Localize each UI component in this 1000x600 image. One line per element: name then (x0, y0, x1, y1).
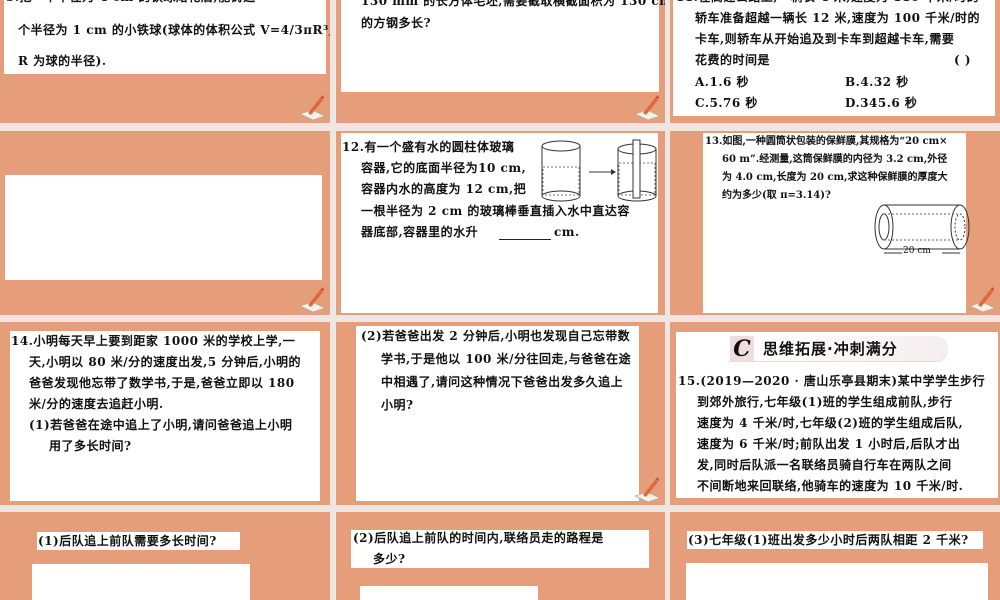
slide-thumbnail-12[interactable]: (3)七年级(1)班出发多少小时后两队相距 2 千米? (670, 512, 1000, 600)
question-line: (1)若爸爸在途中追上了小明,请问爸爸追上小明 (29, 418, 293, 432)
question-line: (3)七年级(1)班出发多少小时后两队相距 2 千米? (688, 533, 969, 547)
question-line: 为 4.0 cm,长度为 20 cm,求这种保鲜膜的厚度大 (722, 172, 948, 183)
question-line: (2)后队追上前队的时间内,联络员走的路程是 (353, 531, 604, 545)
question-line: 15.(2019—2020 · 唐山乐亭县期末)某中学学生步行 (678, 374, 986, 388)
blank-answer-box (32, 564, 250, 600)
question-line: 多少? (373, 552, 406, 566)
slide-thumbnail-6[interactable]: 13.如图,一种圆筒状包装的保鲜膜,其规格为“20 cm× 60 m”.经测量,… (670, 131, 1000, 315)
blank-answer-box (5, 175, 322, 280)
question-line: 发,同时后队派一名联络员骑自行车在两队之间 (697, 458, 952, 472)
option-b: B.4.32 秒 (845, 75, 909, 89)
question-line: R 为球的半径). (18, 54, 107, 68)
question-line: 130 mm 的长方体毛坯,需要截取横截面积为 130 cm² (361, 0, 665, 8)
question-line: 不间断地来回联络,他骑车的速度为 10 千米/时. (697, 479, 964, 493)
slide-thumbnail-1[interactable]: 5.把一个半径为 4 cm 的铁球熔化后,能铸造 个半径为 1 cm 的小铁球(… (0, 0, 330, 123)
answer-blank (499, 239, 551, 240)
question-line: 爸爸发现他忘带了数学书,于是,爸爸立即以 180 (29, 376, 295, 390)
answer-unit: cm. (554, 225, 580, 239)
question-line: 花费的时间是 (695, 53, 771, 67)
pen-notebook-icon (634, 94, 661, 120)
slide-thumbnail-3[interactable]: 11.在高速公路上,一辆长 4 米,速度为 110 千米/时的 轿车准备超越一辆… (670, 0, 1000, 123)
question-line: 60 m”.经测量,这筒保鲜膜的内径为 3.2 cm,外径 (722, 154, 948, 165)
slide-thumbnail-7[interactable]: 14.小明每天早上要到距家 1000 米的学校上学,一 天,小明以 80 米/分… (0, 322, 330, 505)
question-line: 到郊外旅行,七年级(1)班的学生组成前队,步行 (697, 395, 953, 409)
option-d: D.345.6 秒 (845, 96, 918, 110)
slide-thumbnail-4[interactable] (0, 131, 330, 315)
question-line: 用了多长时间? (49, 439, 132, 453)
question-line: 12.有一个盛有水的圆柱体玻璃 (342, 140, 515, 154)
pen-notebook-icon (299, 94, 326, 120)
slide-thumbnail-5[interactable]: 12.有一个盛有水的圆柱体玻璃 容器,它的底面半径为10 cm, 容器内水的高度… (336, 131, 665, 315)
cylinder-diagram (541, 139, 657, 202)
section-letter: C (730, 336, 754, 362)
slide-thumbnail-9[interactable]: C 思维拓展·冲刺满分 15.(2019—2020 · 唐山乐亭县期末)某中学学… (670, 322, 1000, 505)
question-line: 速度为 6 千米/时;前队出发 1 小时后,后队才出 (697, 437, 961, 451)
question-line: 卡车,则轿车从开始追及到卡车到超越卡车,需要 (695, 32, 955, 46)
blank-answer-box (360, 586, 538, 600)
question-line: (1)后队追上前队需要多长时间? (38, 534, 217, 548)
question-line: 个半径为 1 cm 的小铁球(球体的体积公式 V=4/3πR³, (18, 23, 330, 37)
figure-label: 20 cm (903, 246, 931, 256)
question-line: 天,小明以 80 米/分的速度出发,5 分钟后,小明的 (29, 355, 301, 369)
question-line: 容器内水的高度为 12 cm,把 (361, 182, 527, 196)
question-line: 器底部,容器里的水升 (361, 225, 479, 239)
question-line: 14.小明每天早上要到距家 1000 米的学校上学,一 (11, 334, 296, 348)
question-line: 的方钢多长? (361, 16, 432, 30)
pen-notebook-icon (969, 286, 996, 312)
option-a: A.1.6 秒 (695, 75, 750, 89)
question-line: 11.在高速公路上,一辆长 4 米,速度为 110 千米/时的 (676, 0, 979, 8)
question-line: 速度为 4 千米/时,七年级(2)班的学生组成后队, (697, 416, 964, 430)
slide-thumbnail-2[interactable]: 130 mm 的长方体毛坯,需要截取横截面积为 130 cm² 的方钢多长? (336, 0, 665, 123)
slide-thumbnail-10[interactable]: (1)后队追上前队需要多长时间? (0, 512, 330, 600)
question-line: 容器,它的底面半径为10 cm, (361, 161, 527, 175)
pen-notebook-icon (634, 476, 661, 502)
question-line: 轿车准备超越一辆长 12 米,速度为 100 千米/时的 (695, 11, 981, 25)
question-line: 中相遇了,请问这种情况下爸爸出发多久追上 (381, 375, 624, 389)
blank-answer-box (686, 563, 988, 600)
question-line: 米/分的速度去追赶小明. (29, 397, 164, 411)
question-line: 13.如图,一种圆筒状包装的保鲜膜,其规格为“20 cm× (705, 136, 948, 147)
slide-thumbnail-8[interactable]: (2)若爸爸出发 2 分钟后,小明也发现自己忘带数 学书,于是他以 100 米/… (336, 322, 665, 505)
question-line: 小明? (381, 398, 414, 412)
pen-notebook-icon (299, 286, 326, 312)
answer-bracket: ( ) (954, 53, 972, 67)
option-c: C.5.76 秒 (695, 96, 758, 110)
section-title: 思维拓展·冲刺满分 (763, 340, 898, 358)
question-line: 5.把一个半径为 4 cm 的铁球熔化后,能铸造 (6, 0, 256, 8)
question-line: 学书,于是他以 100 米/分往回走,与爸爸在途 (381, 352, 632, 366)
question-line: (2)若爸爸出发 2 分钟后,小明也发现自己忘带数 (361, 329, 631, 343)
question-line: 约为多少(取 π=3.14)? (722, 190, 831, 201)
slide-thumbnail-11[interactable]: (2)后队追上前队的时间内,联络员走的路程是 多少? (336, 512, 665, 600)
